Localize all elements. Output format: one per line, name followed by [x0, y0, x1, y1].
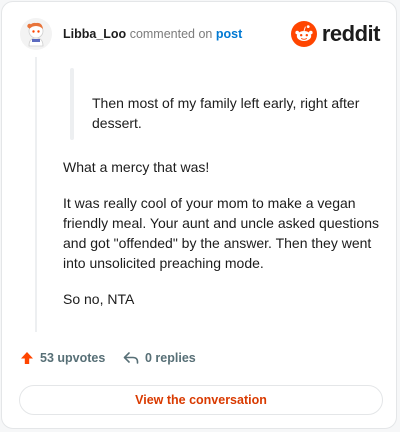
comment-header: Libba_Loo commented on post reddit [20, 18, 381, 52]
comment-embed-card: Libba_Loo commented on post reddit Then … [1, 1, 397, 429]
snoo-avatar-icon [20, 18, 52, 50]
comment-meta: Libba_Loo commented on post [63, 27, 242, 41]
reddit-wordmark: reddit [321, 21, 381, 46]
reddit-brand[interactable]: reddit [290, 21, 381, 47]
reddit-logo-icon [290, 21, 317, 47]
comment-paragraph: What a mercy that was! [63, 159, 210, 175]
upvote-arrow-icon [21, 352, 33, 364]
view-conversation-label: View the conversation [135, 393, 267, 407]
view-conversation-button[interactable]: View the conversation [19, 385, 383, 415]
post-link[interactable]: post [216, 27, 242, 41]
commented-on-label: commented on [129, 27, 213, 41]
reply-arrow-icon [123, 352, 139, 364]
upvote-count: 53 upvotes [40, 351, 106, 365]
thread-line [35, 57, 37, 332]
quote-bar [70, 68, 74, 140]
comment-paragraph: It was really cool of your mom to make a… [63, 195, 379, 271]
upvote-button[interactable]: 53 upvotes [20, 351, 105, 365]
comment-paragraph: So no, NTA [63, 291, 135, 307]
reply-button[interactable]: 0 replies [123, 351, 196, 365]
quoted-text: Then most of my family left early, right… [92, 95, 360, 131]
user-avatar[interactable] [20, 18, 52, 50]
username-link[interactable]: Libba_Loo [63, 27, 126, 41]
reply-count: 0 replies [145, 351, 196, 365]
